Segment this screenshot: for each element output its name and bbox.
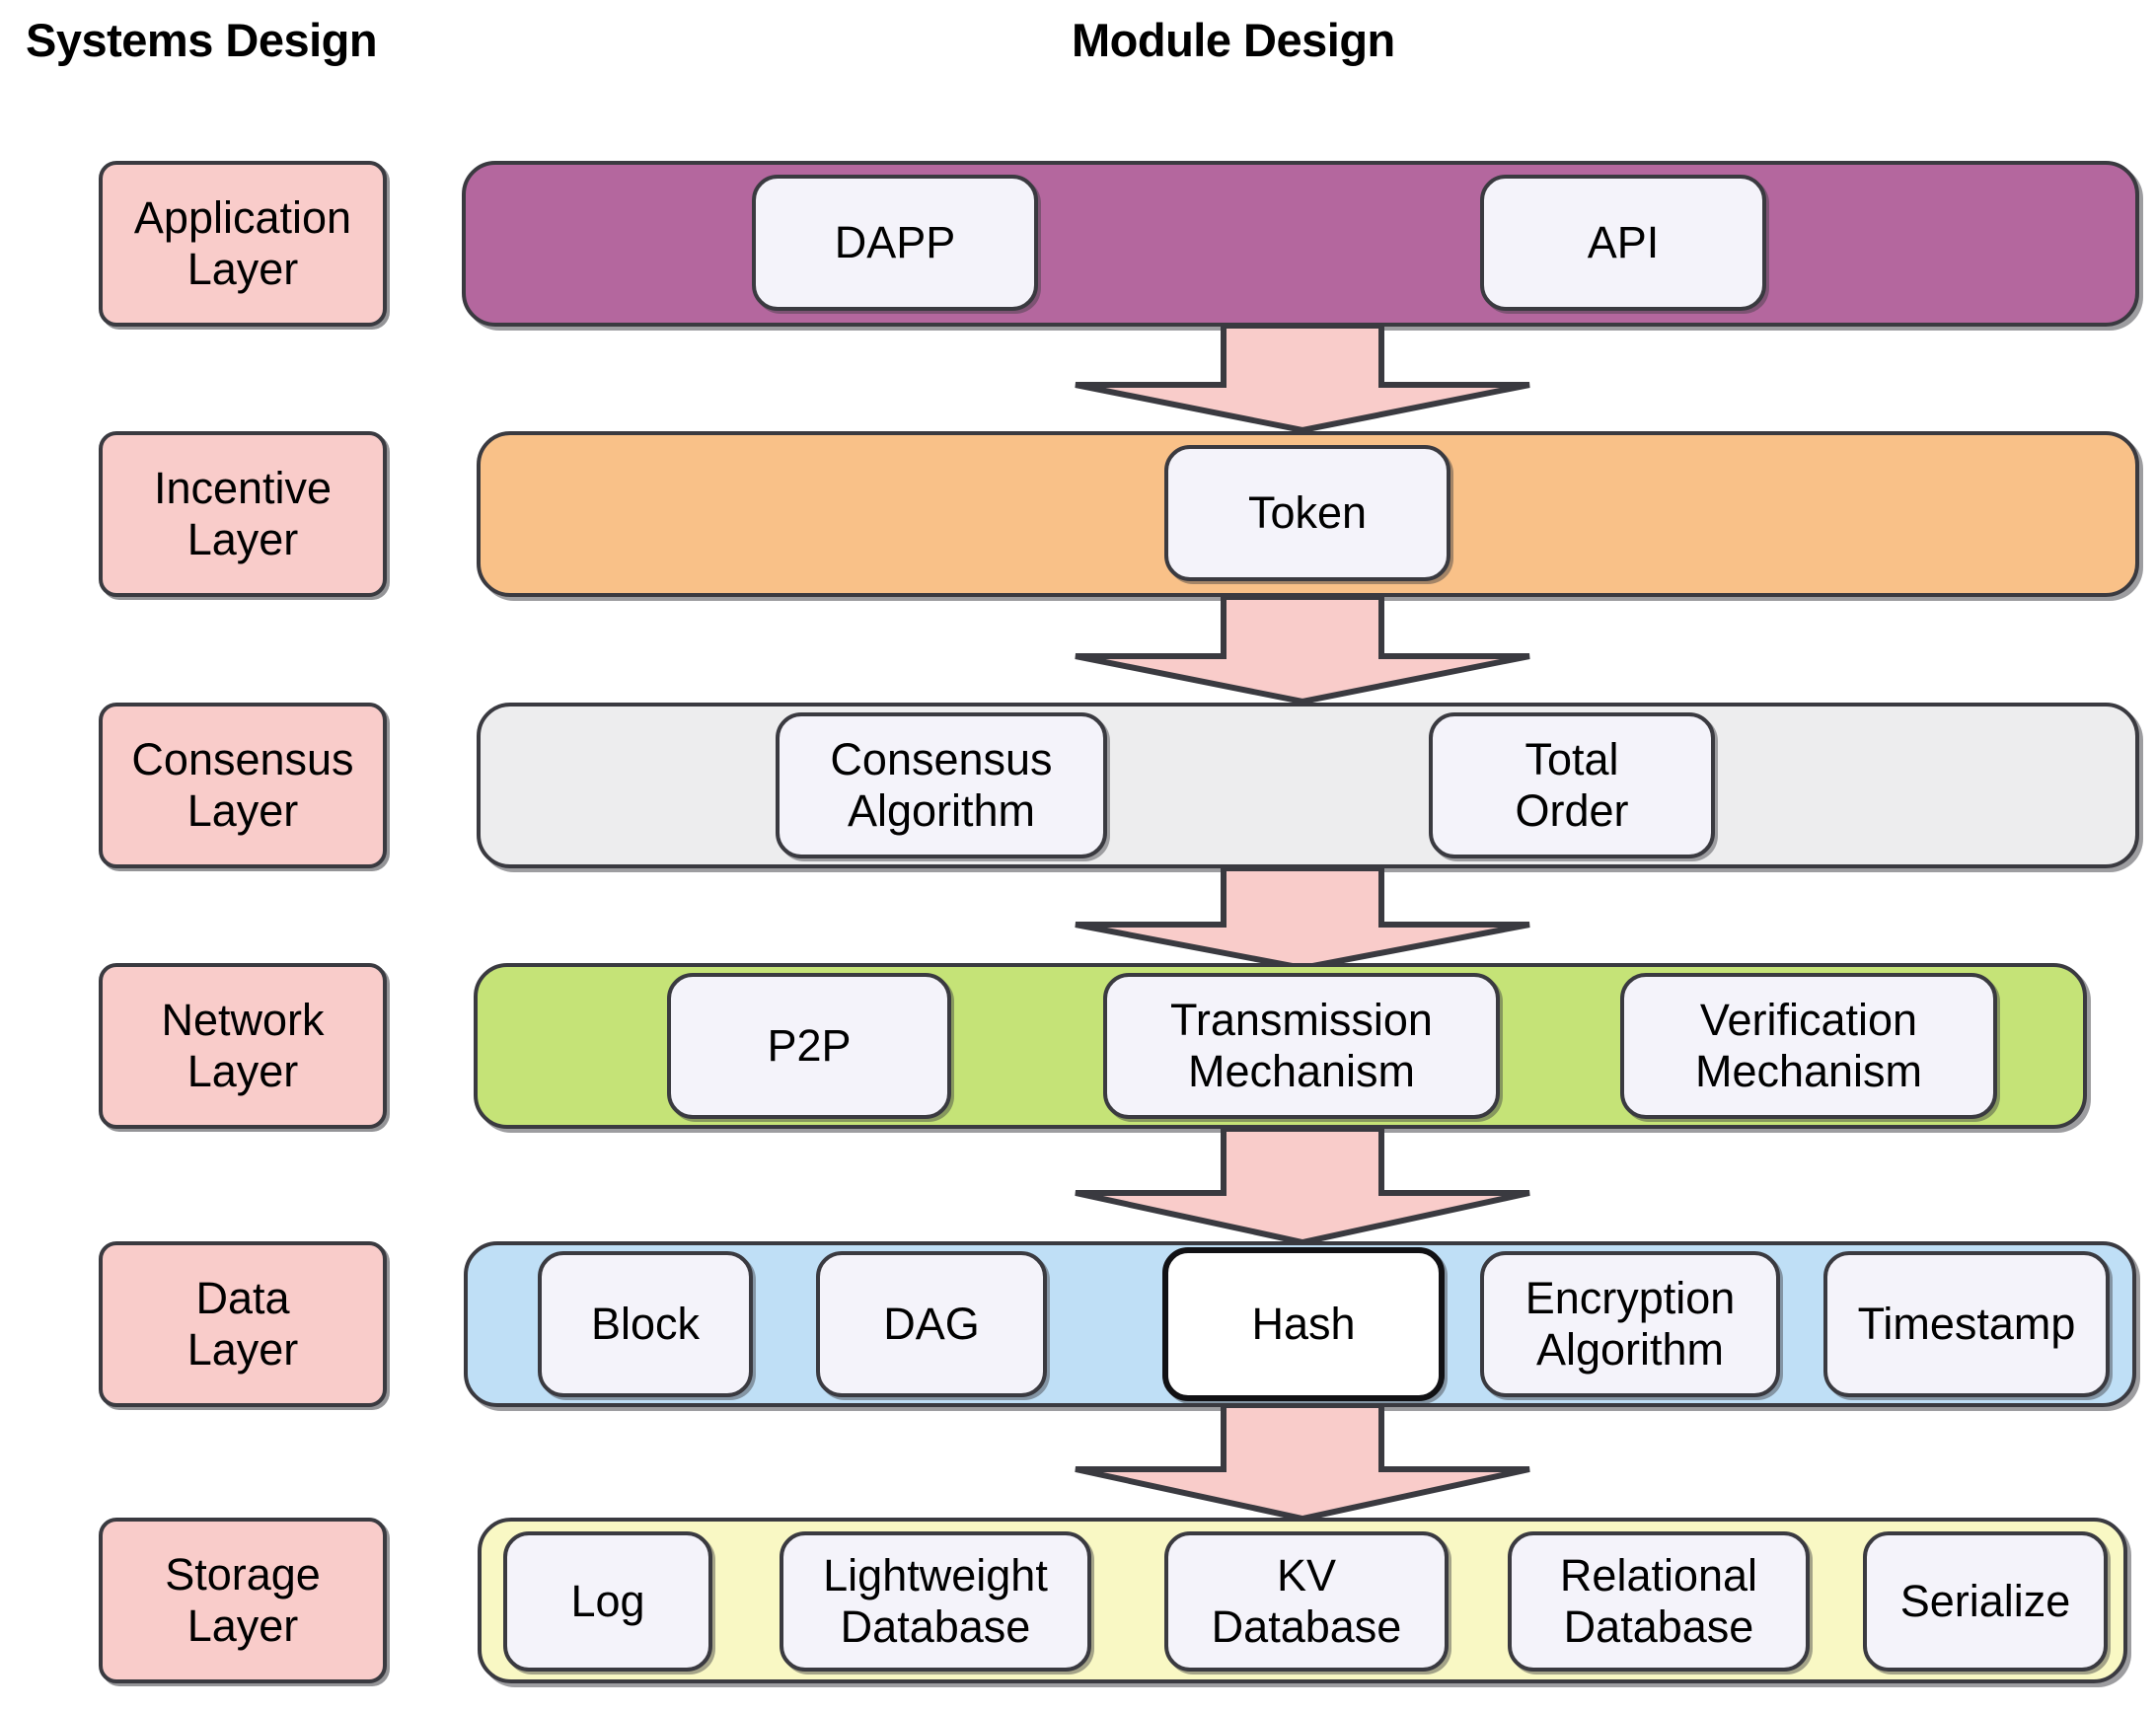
module-serialize[interactable]: Serialize (1863, 1531, 2108, 1672)
layer-band-application (462, 161, 2139, 327)
systems-design-heading: Systems Design (26, 14, 378, 66)
module-transmission-mechanism[interactable]: Transmission Mechanism (1103, 973, 1500, 1119)
module-log[interactable]: Log (503, 1531, 712, 1672)
module-lightweight-database[interactable]: Lightweight Database (780, 1531, 1091, 1672)
layer-chip-consensus: Consensus Layer (99, 703, 387, 868)
arrow-data-to-storage (1071, 1405, 1534, 1524)
module-hash[interactable]: Hash (1162, 1247, 1445, 1401)
arrow-incentive-to-consensus (1071, 597, 1534, 706)
arrow-network-to-data (1071, 1129, 1534, 1247)
module-p2p[interactable]: P2P (667, 973, 951, 1119)
module-verification-mechanism[interactable]: Verification Mechanism (1620, 973, 1997, 1119)
module-relational-database[interactable]: Relational Database (1508, 1531, 1810, 1672)
module-kv-database[interactable]: KV Database (1164, 1531, 1449, 1672)
module-encryption-algorithm[interactable]: Encryption Algorithm (1480, 1251, 1780, 1397)
module-design-heading: Module Design (1072, 14, 1395, 66)
module-consensus-algorithm[interactable]: Consensus Algorithm (776, 712, 1107, 858)
layer-band-consensus (477, 703, 2139, 868)
arrow-application-to-incentive (1071, 326, 1534, 434)
module-dag[interactable]: DAG (816, 1251, 1047, 1397)
layer-chip-application: Application Layer (99, 161, 387, 327)
layer-chip-incentive: Incentive Layer (99, 431, 387, 597)
layer-chip-data: Data Layer (99, 1241, 387, 1407)
module-block[interactable]: Block (538, 1251, 753, 1397)
arrow-consensus-to-network (1071, 868, 1534, 972)
module-timestamp[interactable]: Timestamp (1823, 1251, 2110, 1397)
module-dapp[interactable]: DAPP (752, 175, 1038, 311)
layer-chip-storage: Storage Layer (99, 1518, 387, 1683)
layer-chip-network: Network Layer (99, 963, 387, 1129)
module-api[interactable]: API (1480, 175, 1766, 311)
module-token[interactable]: Token (1164, 445, 1450, 581)
module-total-order[interactable]: Total Order (1429, 712, 1715, 858)
